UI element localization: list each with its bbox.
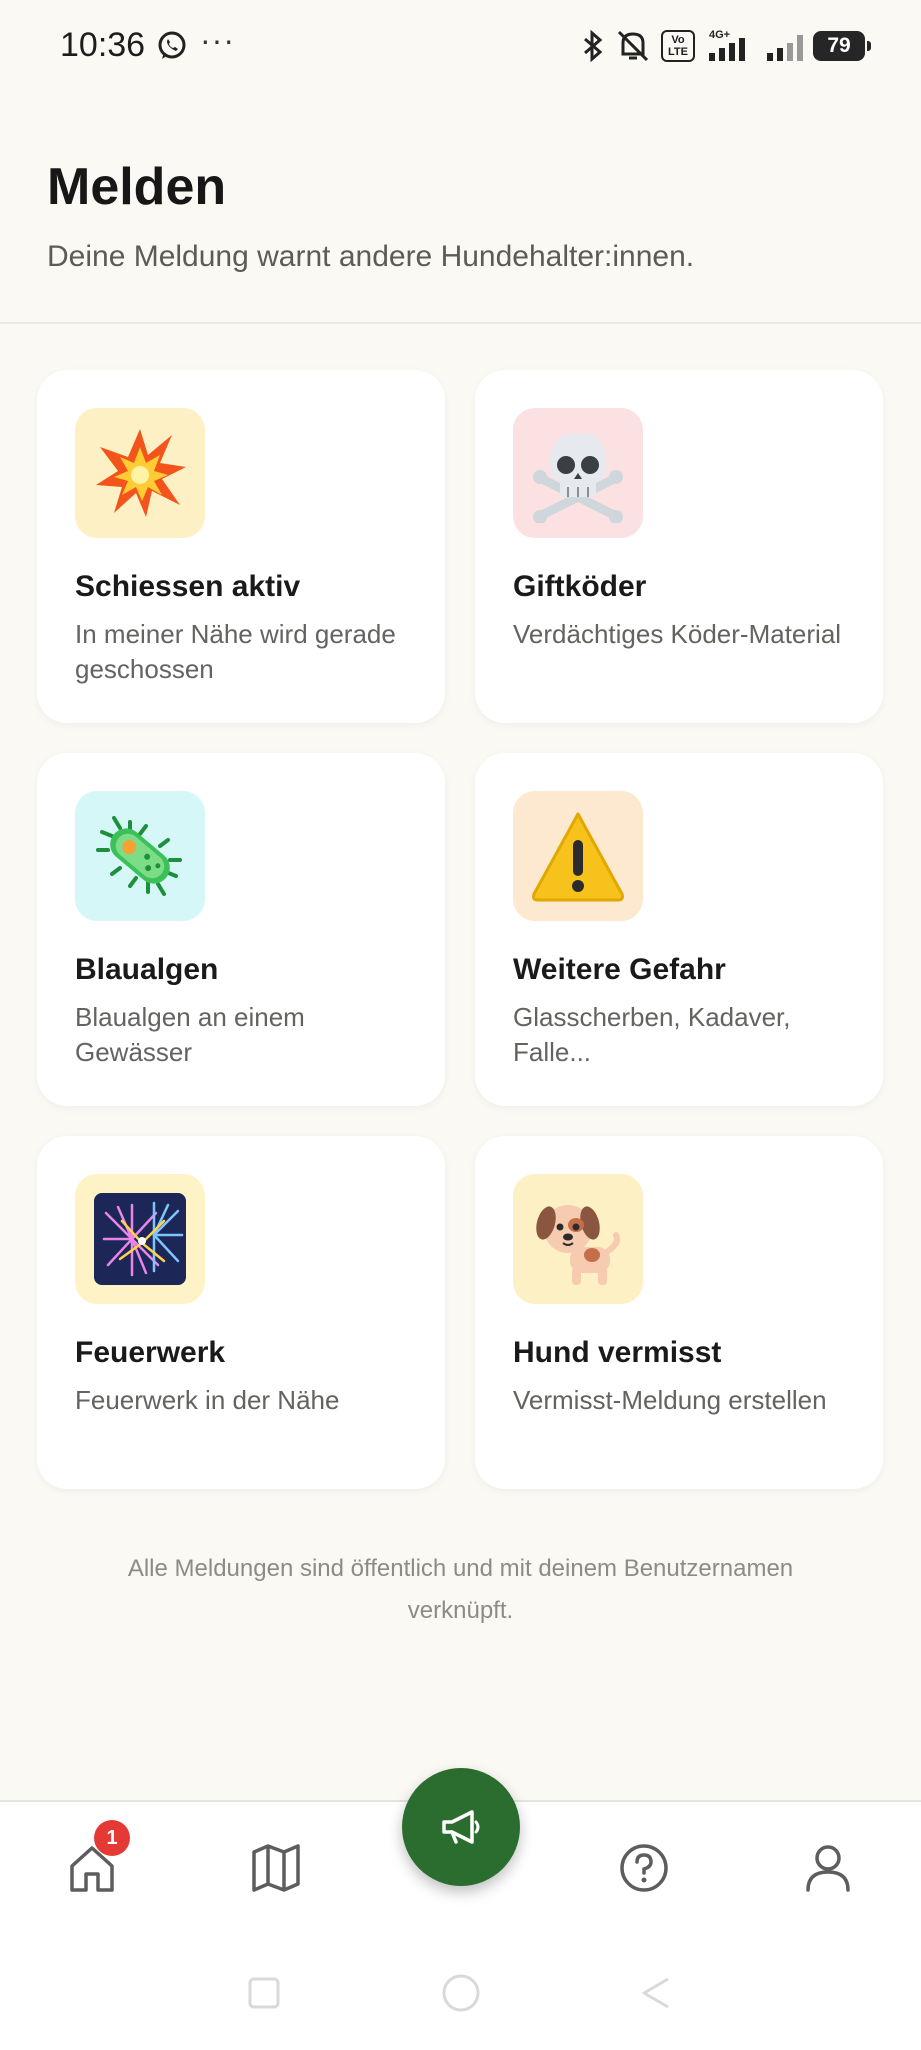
- cellular-signal-icon: 4G+: [709, 29, 745, 61]
- report-card-shooting[interactable]: Schiessen aktiv In meiner Nähe wird gera…: [37, 370, 445, 723]
- megaphone-icon: [442, 1810, 480, 1844]
- card-title: Feuerwerk: [75, 1336, 226, 1369]
- nav-help[interactable]: [614, 1838, 674, 1898]
- whatsapp-icon: [158, 31, 186, 59]
- cellular-signal-2-icon: [767, 35, 803, 61]
- icon-tile: [75, 791, 205, 921]
- page-title: Melden: [47, 158, 227, 216]
- report-card-fireworks[interactable]: Feuerwerk Feuerwerk in der Nähe: [37, 1136, 445, 1489]
- icon-tile: [75, 408, 205, 538]
- icon-tile: [513, 408, 643, 538]
- svg-text:4G+: 4G+: [709, 29, 730, 41]
- mute-icon: [617, 30, 649, 62]
- card-description: Vermisst-Meldung erstellen: [513, 1385, 827, 1415]
- page-header: Melden Deine Meldung warnt andere Hundeh…: [0, 95, 921, 324]
- status-bar: 10:36 ··· Vo LTE 4G+ 79: [0, 0, 921, 95]
- nav-map[interactable]: [246, 1838, 306, 1898]
- help-icon: [620, 1844, 668, 1892]
- card-description: Verdächtiges Köder-Material: [513, 619, 842, 649]
- bluetooth-icon: [584, 30, 603, 62]
- battery-icon: 79: [813, 31, 871, 61]
- volte-icon: Vo LTE: [661, 30, 695, 62]
- nav-home[interactable]: 1: [62, 1820, 130, 1898]
- recent-apps-icon[interactable]: [246, 1975, 282, 2011]
- report-card-blue-algae[interactable]: Blaualgen Blaualgen an einem Gewässer: [37, 753, 445, 1106]
- card-title: Giftköder: [513, 570, 647, 603]
- map-icon: [252, 1844, 300, 1892]
- microbe-icon: [96, 816, 182, 896]
- warning-icon: [532, 812, 624, 902]
- card-title: Schiessen aktiv: [75, 570, 301, 603]
- dog-icon: [536, 1205, 620, 1285]
- card-title: Blaualgen: [75, 953, 219, 986]
- profile-icon: [806, 1845, 850, 1892]
- public-notice: Alle Meldungen sind öffentlich und mit d…: [127, 1555, 794, 1624]
- report-card-missing-dog[interactable]: Hund vermisst Vermisst-Meldung erstellen: [475, 1136, 883, 1489]
- card-description: Blaualgen an einem Gewässer: [75, 1002, 305, 1067]
- home-system-icon[interactable]: [440, 1972, 482, 2014]
- icon-tile: [513, 791, 643, 921]
- card-title: Weitere Gefahr: [513, 953, 726, 986]
- status-time: 10:36: [60, 26, 146, 64]
- notification-badge: 1: [94, 1820, 130, 1856]
- skull-crossbones-icon: [533, 433, 623, 523]
- card-description: Glasscherben, Kadaver, Falle...: [513, 1002, 791, 1067]
- icon-tile: [75, 1174, 205, 1304]
- report-card-other-danger[interactable]: Weitere Gefahr Glasscherben, Kadaver, Fa…: [475, 753, 883, 1106]
- back-system-icon[interactable]: [638, 1975, 674, 2011]
- more-notifications-icon: ···: [200, 22, 235, 58]
- card-description: Feuerwerk in der Nähe: [75, 1385, 340, 1415]
- page-subtitle: Deine Meldung warnt andere Hundehalter:i…: [47, 240, 695, 273]
- card-title: Hund vermisst: [513, 1336, 722, 1369]
- report-card-poison-bait[interactable]: Giftköder Verdächtiges Köder-Material: [475, 370, 883, 723]
- battery-level: 79: [827, 34, 851, 57]
- icon-tile: [513, 1174, 643, 1304]
- explosion-icon: [96, 429, 186, 517]
- nav-profile[interactable]: [798, 1838, 858, 1898]
- report-fab-button[interactable]: [402, 1768, 520, 1886]
- card-description: In meiner Nähe wird gerade geschossen: [75, 619, 396, 684]
- fireworks-icon: [94, 1193, 186, 1285]
